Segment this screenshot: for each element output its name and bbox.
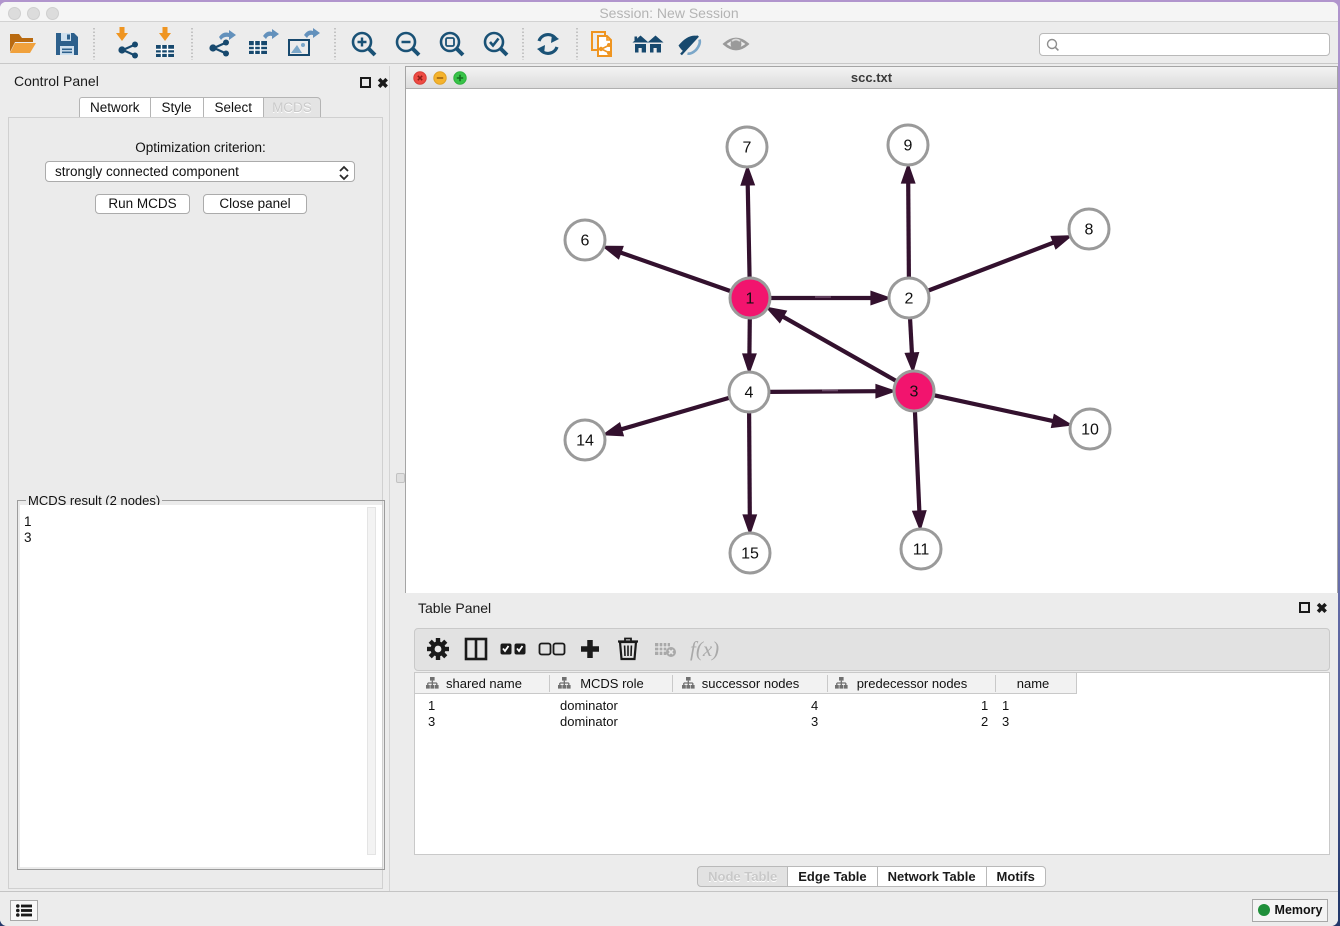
svg-text:11: 11 — [913, 542, 930, 559]
svg-text:14: 14 — [576, 433, 594, 450]
svg-text:f(x): f(x) — [690, 637, 719, 661]
svg-text:3: 3 — [910, 384, 919, 401]
svg-text:4: 4 — [745, 385, 754, 402]
svg-text:7: 7 — [743, 140, 752, 157]
svg-text:9: 9 — [904, 138, 913, 155]
svg-text:8: 8 — [1085, 222, 1094, 239]
svg-text:1: 1 — [746, 291, 755, 308]
svg-text:10: 10 — [1081, 422, 1099, 439]
svg-text:6: 6 — [581, 233, 590, 250]
svg-text:2: 2 — [905, 291, 914, 308]
svg-text:15: 15 — [741, 546, 759, 563]
